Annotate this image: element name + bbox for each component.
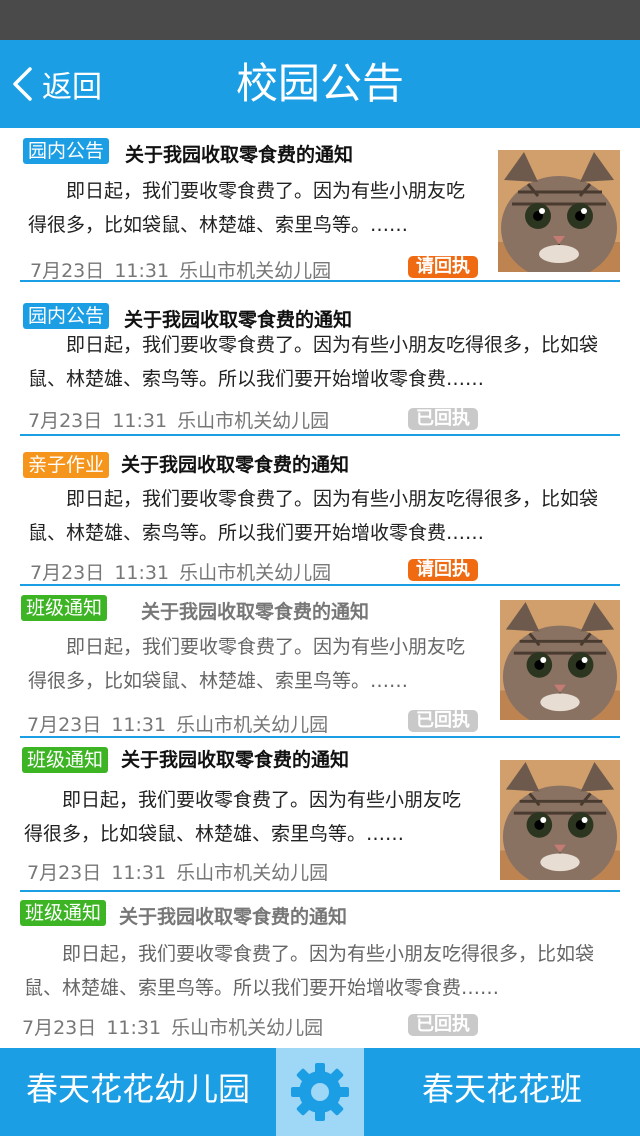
notice-meta: 7月23日 11:31 乐山市机关幼儿园 — [30, 256, 331, 283]
notice-category-tag: 园内公告 — [23, 138, 110, 164]
notice-school: 乐山市机关幼儿园 — [179, 562, 332, 584]
notice-meta: 7月23日 11:31 乐山市机关幼儿园 — [30, 558, 331, 585]
notice-item[interactable]: 班级通知 关于我园收取零食费的通知 即日起，我们要收零食费了。因为有些小朋友吃得… — [0, 738, 640, 892]
settings-button[interactable] — [276, 1048, 364, 1136]
notice-category-tag: 园内公告 — [23, 303, 110, 329]
notice-item[interactable]: 园内公告 关于我园收取零食费的通知 即日起，我们要收零食费了。因为有些小朋友吃得… — [0, 128, 640, 282]
notice-date: 7月23日 — [30, 260, 105, 282]
notice-item[interactable]: 亲子作业 关于我园收取零食费的通知 即日起，我们要收零食费了。因为有些小朋友吃得… — [0, 436, 640, 586]
notice-body: 即日起，我们要收零食费了。因为有些小朋友吃得很多，比如袋鼠、林楚雄、索鸟等。所以… — [28, 334, 599, 390]
notice-time: 11:31 — [111, 862, 167, 884]
notice-body: 即日起，我们要收零食费了。因为有些小朋友吃得很多，比如袋鼠、林楚雄、索里鸟等。…… — [24, 789, 462, 845]
cat-photo-icon — [500, 760, 620, 880]
notice-item[interactable]: 园内公告 关于我园收取零食费的通知 即日起，我们要收零食费了。因为有些小朋友吃得… — [0, 282, 640, 436]
notice-time: 11:31 — [112, 410, 168, 432]
page-title: 校园公告 — [235, 59, 404, 108]
notice-meta: 7月23日 11:31 乐山市机关幼儿园 — [28, 406, 329, 433]
notice-category-tag: 班级通知 — [21, 595, 108, 621]
notice-thumbnail — [500, 600, 620, 720]
status-bar — [0, 0, 640, 40]
notice-date: 7月23日 — [28, 410, 103, 432]
notice-school: 乐山市机关幼儿园 — [179, 260, 332, 282]
notice-thumbnail — [498, 150, 620, 272]
class-button[interactable]: 春天花花班 — [364, 1048, 640, 1136]
notice-meta: 7月23日 11:31 乐山市机关幼儿园 — [27, 710, 328, 737]
notice-list: 园内公告 关于我园收取零食费的通知 即日起，我们要收零食费了。因为有些小朋友吃得… — [0, 128, 640, 1048]
notice-title: 关于我园收取零食费的通知 — [121, 749, 350, 771]
notice-school: 乐山市机关幼儿园 — [177, 410, 330, 432]
notice-date: 7月23日 — [27, 862, 102, 884]
cat-photo-icon — [500, 600, 620, 720]
notice-item[interactable]: 班级通知 关于我园收取零食费的通知 即日起，我们要收零食费了。因为有些小朋友吃得… — [0, 892, 640, 1048]
notice-time: 11:31 — [111, 714, 167, 736]
notice-school: 乐山市机关幼儿园 — [176, 714, 329, 736]
notice-date: 7月23日 — [27, 714, 102, 736]
notice-body: 即日起，我们要收零食费了。因为有些小朋友吃得很多，比如袋鼠、林楚雄、索鸟等。所以… — [28, 488, 599, 544]
receipt-button[interactable]: 请回执 — [408, 559, 478, 581]
notice-date: 7月23日 — [22, 1017, 97, 1039]
notice-time: 11:31 — [106, 1017, 162, 1039]
notice-category-tag: 班级通知 — [20, 900, 107, 926]
receipt-button[interactable]: 请回执 — [408, 256, 478, 278]
notice-time: 11:31 — [114, 562, 170, 584]
notice-category-tag: 亲子作业 — [23, 452, 110, 478]
app-header: 返回 校园公告 — [0, 40, 640, 128]
notice-body: 即日起，我们要收零食费了。因为有些小朋友吃得很多，比如袋鼠、林楚雄、索里鸟等。…… — [28, 180, 466, 236]
receipt-button[interactable]: 已回执 — [408, 710, 478, 732]
notice-date: 7月23日 — [30, 562, 105, 584]
notice-title: 关于我园收取零食费的通知 — [121, 454, 350, 476]
notice-body: 即日起，我们要收零食费了。因为有些小朋友吃得很多，比如袋鼠、林楚雄、索里鸟等。所… — [24, 943, 595, 999]
notice-thumbnail — [500, 760, 620, 880]
notice-title: 关于我园收取零食费的通知 — [125, 144, 354, 166]
receipt-button[interactable]: 已回执 — [408, 1014, 478, 1036]
notice-body: 即日起，我们要收零食费了。因为有些小朋友吃得很多，比如袋鼠、林楚雄、索里鸟等。…… — [28, 636, 466, 692]
notice-category-tag: 班级通知 — [22, 747, 109, 773]
notice-school: 乐山市机关幼儿园 — [176, 862, 329, 884]
notice-meta: 7月23日 11:31 乐山市机关幼儿园 — [27, 858, 328, 885]
bottom-bar: 春天花花幼儿园 春天花花班 — [0, 1048, 640, 1136]
gear-icon — [291, 1063, 349, 1121]
notice-meta: 7月23日 11:31 乐山市机关幼儿园 — [22, 1013, 323, 1040]
notice-title: 关于我园收取零食费的通知 — [119, 906, 348, 928]
cat-photo-icon — [498, 150, 620, 272]
notice-title: 关于我园收取零食费的通知 — [141, 601, 370, 623]
kindergarten-button[interactable]: 春天花花幼儿园 — [0, 1048, 276, 1136]
notice-school: 乐山市机关幼儿园 — [171, 1017, 324, 1039]
notice-item[interactable]: 班级通知 关于我园收取零食费的通知 即日起，我们要收零食费了。因为有些小朋友吃得… — [0, 586, 640, 738]
receipt-button[interactable]: 已回执 — [408, 408, 478, 430]
notice-time: 11:31 — [114, 260, 170, 282]
